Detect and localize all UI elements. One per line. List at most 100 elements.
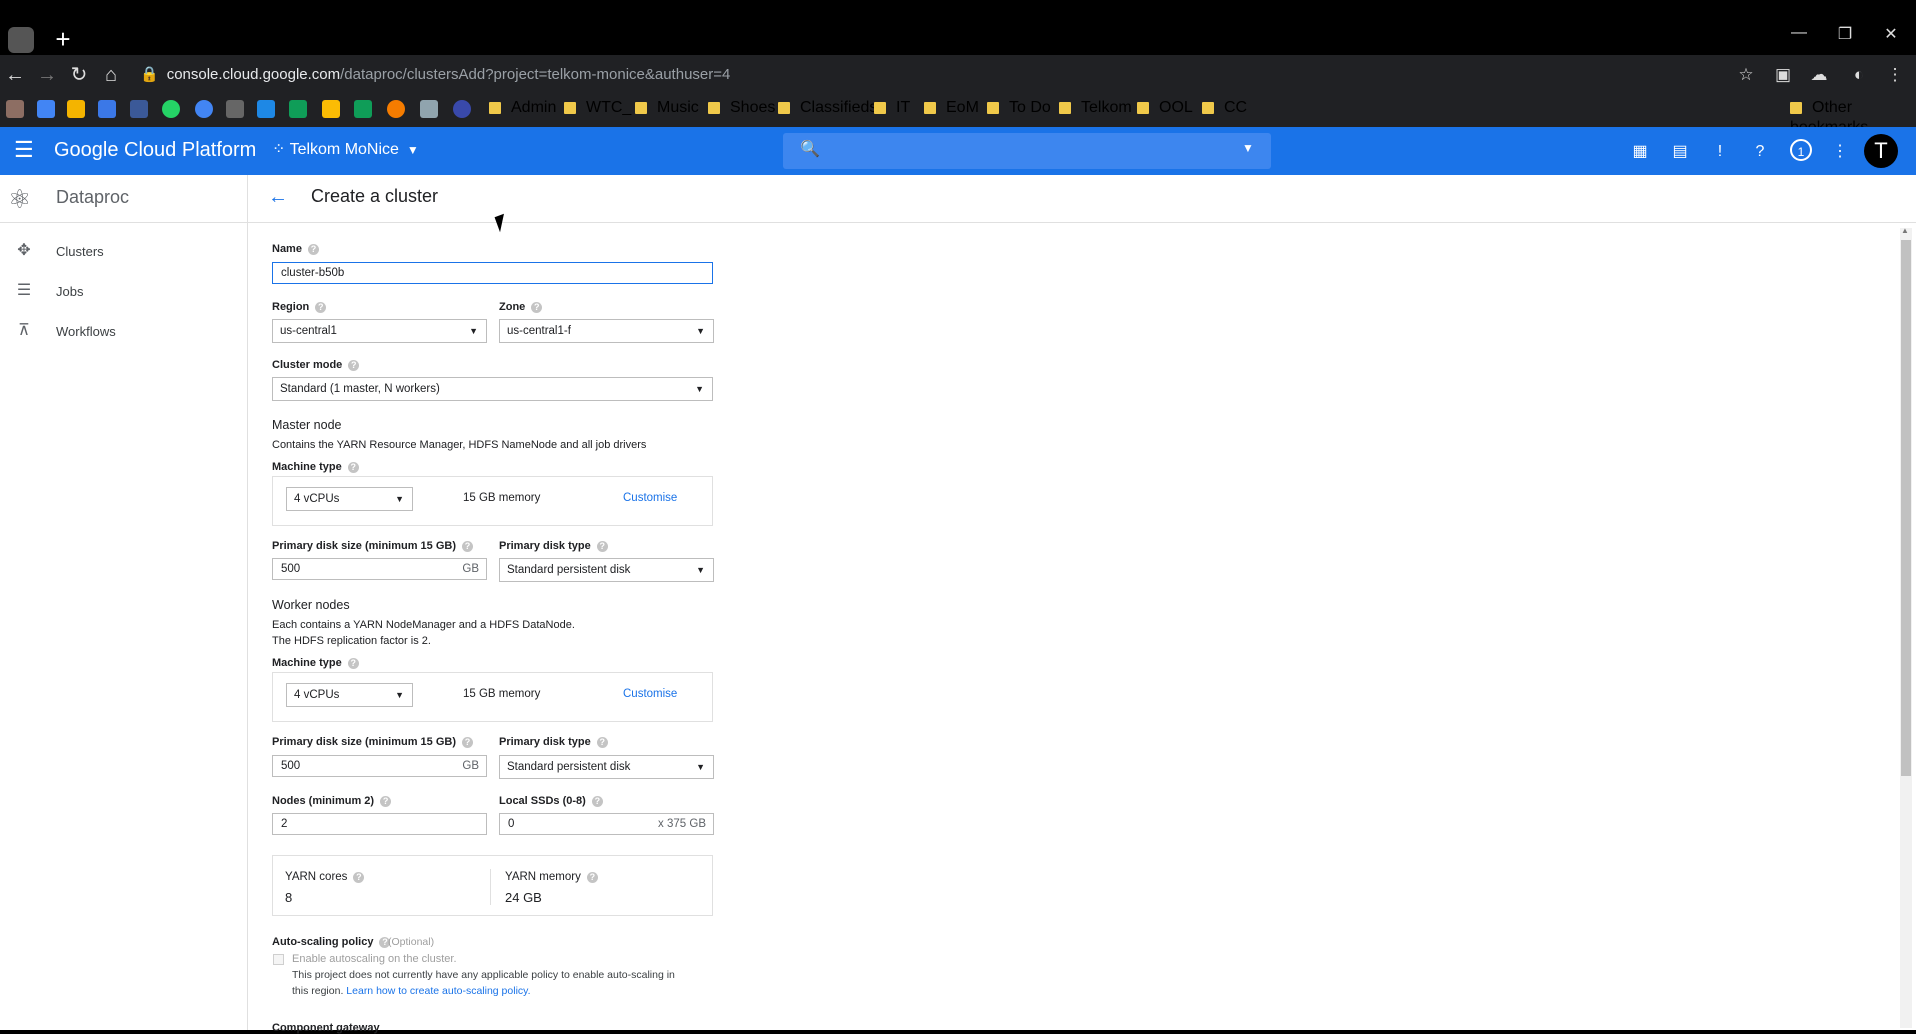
bookmark-folder-wtc[interactable]: WTC_ xyxy=(564,98,631,118)
worker-disk-size-input[interactable]: 500 GB xyxy=(272,755,487,777)
bookmark-photo-icon[interactable] xyxy=(420,100,438,118)
scrollbar-thumb[interactable] xyxy=(1901,240,1911,776)
back-arrow-icon[interactable]: ← xyxy=(268,186,290,208)
autoscaling-checkbox[interactable] xyxy=(273,954,284,965)
bookmark-s-icon[interactable] xyxy=(257,100,275,118)
bookmark-keep-icon[interactable] xyxy=(322,100,340,118)
menu-icon[interactable]: ☰ xyxy=(14,139,36,161)
worker-machine-type-select[interactable]: 4 vCPUs ▼ xyxy=(286,683,413,707)
help-icon[interactable]: ? xyxy=(307,244,319,255)
search-dropdown-icon[interactable]: ▼ xyxy=(1242,141,1254,155)
address-bar[interactable]: 🔒 console.cloud.google.com/dataproc/clust… xyxy=(140,62,1760,88)
extension-icon[interactable]: ▣ xyxy=(1770,62,1796,88)
bookmark-drive-icon[interactable] xyxy=(289,100,307,118)
bookmark-folder-classifieds[interactable]: Classifieds xyxy=(778,98,877,118)
bookmark-b-icon[interactable] xyxy=(98,100,116,118)
bookmark-rss-icon[interactable] xyxy=(226,100,244,118)
feedback-icon[interactable]: ! xyxy=(1708,140,1732,164)
bookmark-sync-icon[interactable] xyxy=(195,100,213,118)
bookmark-whatsapp-icon[interactable] xyxy=(162,100,180,118)
cluster-mode-select[interactable]: Standard (1 master, N workers) ▼ xyxy=(272,377,713,401)
search-bar[interactable] xyxy=(783,133,1271,169)
caret-down-icon: ▼ xyxy=(469,326,478,336)
sidebar-item-workflows[interactable]: Workflows xyxy=(56,324,116,339)
forward-arrow-icon[interactable]: → xyxy=(34,62,60,88)
cloud-shell-icon[interactable]: ▤ xyxy=(1668,140,1692,164)
tab-favicon[interactable] xyxy=(8,27,34,53)
more-vert-icon[interactable]: ⋮ xyxy=(1828,140,1852,164)
master-disk-size-input[interactable]: 500 GB xyxy=(272,558,487,580)
minimize-icon[interactable]: — xyxy=(1782,24,1816,42)
back-arrow-icon[interactable]: ← xyxy=(2,62,28,88)
help-icon[interactable]: ? xyxy=(315,302,327,313)
master-customise-link[interactable]: Customise xyxy=(623,492,677,504)
help-icon[interactable]: ? xyxy=(348,360,360,371)
bookmark-folder-todo[interactable]: To Do xyxy=(987,98,1051,118)
gcp-title[interactable]: Google Cloud Platform xyxy=(54,137,256,163)
worker-disk-type-label: Primary disk type? xyxy=(499,736,608,748)
bookmark-folder-shoes[interactable]: Shoes xyxy=(708,98,775,118)
worker-customise-link[interactable]: Customise xyxy=(623,688,677,700)
region-select[interactable]: us-central1 ▼ xyxy=(272,319,487,343)
zone-select[interactable]: us-central1-f ▼ xyxy=(499,319,714,343)
bookmark-folder-cc[interactable]: CC xyxy=(1202,98,1247,118)
sidebar-item-jobs[interactable]: Jobs xyxy=(56,284,83,299)
help-icon[interactable]: ? xyxy=(591,796,603,807)
avatar[interactable]: T xyxy=(1864,134,1898,168)
help-icon[interactable]: ? xyxy=(347,462,359,473)
worker-disk-size-label: Primary disk size (minimum 15 GB)? xyxy=(272,736,474,748)
help-icon[interactable]: ? xyxy=(596,737,608,748)
autoscaling-note-line2: this region. Learn how to create auto-sc… xyxy=(292,985,531,997)
learn-autoscaling-link[interactable]: Learn how to create auto-scaling policy. xyxy=(346,985,530,997)
project-selector[interactable]: ⁘ Telkom MoNice ▼ xyxy=(272,139,419,161)
master-machine-type-select[interactable]: 4 vCPUs ▼ xyxy=(286,487,413,511)
scroll-up-icon[interactable]: ▲ xyxy=(1901,226,1909,235)
profile-icon[interactable]: ◐ xyxy=(1846,62,1872,88)
close-icon[interactable]: ✕ xyxy=(1874,24,1908,44)
bookmark-grid-icon[interactable] xyxy=(67,100,85,118)
yarn-memory-value: 24 GB xyxy=(505,890,542,905)
folder-icon xyxy=(1790,102,1802,114)
help-icon[interactable]: ? xyxy=(1748,140,1772,164)
gift-icon[interactable]: ▦ xyxy=(1628,140,1652,164)
bookmark-folder-music[interactable]: Music xyxy=(635,98,699,118)
bookmark-facebook-icon[interactable] xyxy=(130,100,148,118)
bookmark-sheets-icon[interactable] xyxy=(354,100,372,118)
restore-icon[interactable]: ❐ xyxy=(1828,24,1862,44)
browser-menu-icon[interactable]: ⋮ xyxy=(1882,62,1908,88)
notifications-badge[interactable]: 1 xyxy=(1790,139,1812,161)
master-disk-type-select[interactable]: Standard persistent disk ▼ xyxy=(499,558,714,582)
help-icon[interactable]: ? xyxy=(347,658,359,669)
help-icon[interactable]: ? xyxy=(462,541,474,552)
help-icon[interactable]: ? xyxy=(380,796,392,807)
new-tab-button[interactable]: + xyxy=(50,26,76,52)
help-icon[interactable]: ? xyxy=(462,737,474,748)
cloud-icon[interactable]: ☁ xyxy=(1806,62,1832,88)
help-icon[interactable]: ? xyxy=(586,872,598,883)
master-disk-type-label: Primary disk type? xyxy=(499,540,608,552)
reload-icon[interactable]: ↻ xyxy=(66,62,92,88)
bookmark-globe-icon[interactable] xyxy=(453,100,471,118)
worker-disk-type-select[interactable]: Standard persistent disk ▼ xyxy=(499,755,714,779)
other-bookmarks[interactable]: Other bookmarks xyxy=(1790,98,1916,136)
star-icon[interactable]: ☆ xyxy=(1733,62,1759,88)
help-icon[interactable]: ? xyxy=(353,872,365,883)
sidebar-item-clusters[interactable]: Clusters xyxy=(56,244,104,259)
worker-machine-type-label: Machine type? xyxy=(272,657,359,669)
home-icon[interactable]: ⌂ xyxy=(98,62,124,88)
help-icon[interactable]: ? xyxy=(596,541,608,552)
bookmark-circle-icon[interactable] xyxy=(387,100,405,118)
local-ssds-input[interactable]: 0x 375 GB xyxy=(499,813,714,835)
name-input[interactable]: cluster-b50b xyxy=(272,262,713,284)
bookmark-folder-eom[interactable]: EoM xyxy=(924,98,979,118)
nodes-input[interactable]: 2 xyxy=(272,813,487,835)
bookmark-folder-admin[interactable]: Admin xyxy=(489,98,556,118)
bookmark-mail-icon[interactable] xyxy=(37,100,55,118)
folder-icon xyxy=(1059,102,1071,114)
bookmark-folder-it[interactable]: IT xyxy=(874,98,910,118)
folder-icon xyxy=(778,102,790,114)
bookmark-folder-ool[interactable]: OOL xyxy=(1137,98,1193,118)
bookmark-folder-telkom[interactable]: Telkom xyxy=(1059,98,1132,118)
help-icon[interactable]: ? xyxy=(531,302,543,313)
bookmark-app-icon[interactable] xyxy=(6,100,24,118)
